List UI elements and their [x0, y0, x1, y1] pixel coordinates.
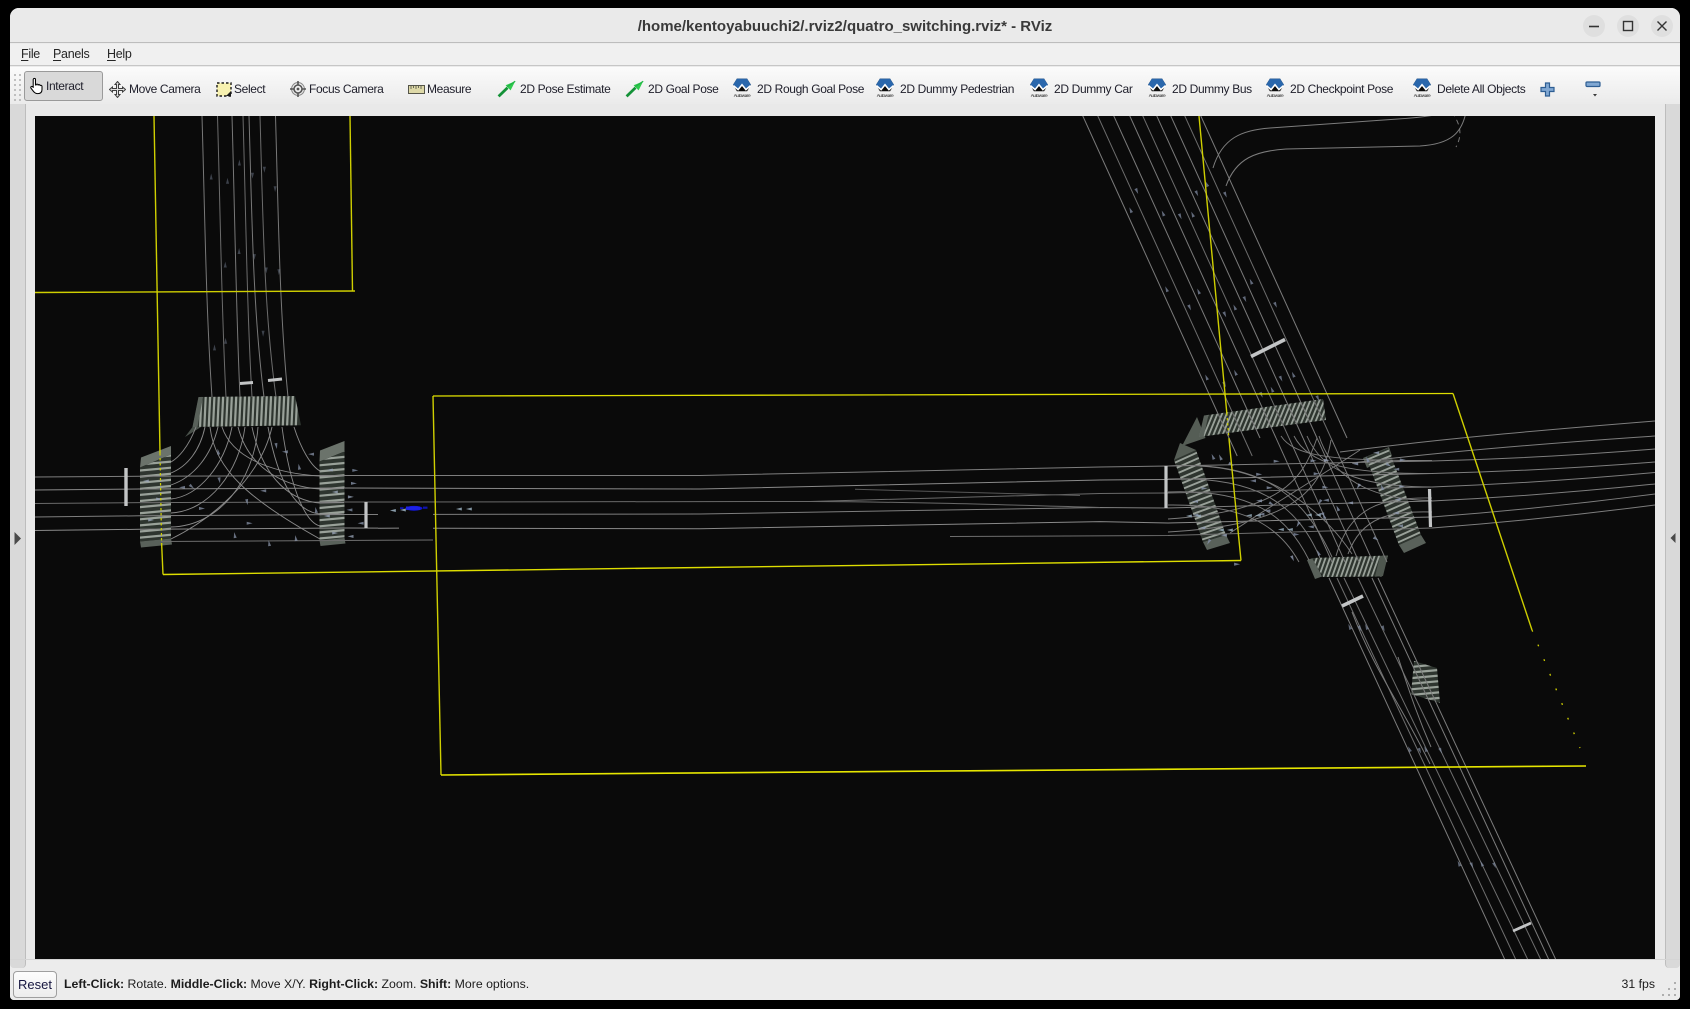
svg-text:Autoware: Autoware — [1414, 93, 1431, 98]
svg-text:Autoware: Autoware — [1031, 93, 1048, 98]
svg-text:Autoware: Autoware — [1149, 93, 1166, 98]
svg-text:Autoware: Autoware — [734, 93, 751, 98]
svg-text:Autoware: Autoware — [877, 93, 894, 98]
svg-text:Autoware: Autoware — [1267, 93, 1284, 98]
